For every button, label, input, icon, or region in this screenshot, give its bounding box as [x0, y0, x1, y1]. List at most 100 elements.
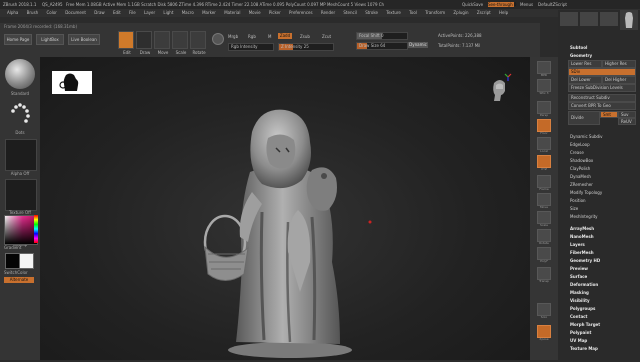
smt-toggle[interactable]: Smt — [600, 111, 618, 118]
simplebrush-thumb-icon[interactable] — [600, 12, 618, 26]
menu-preferences[interactable]: Preferences — [289, 10, 313, 15]
zsub-toggle[interactable]: Zsub — [300, 34, 310, 39]
panel-item-meshintegrity[interactable]: MeshIntegrity — [570, 214, 598, 219]
panel-item-morph-target[interactable]: Morph Target — [570, 322, 600, 327]
m-toggle[interactable]: M — [268, 34, 271, 39]
panel-item-claypolish[interactable]: ClayPolish — [570, 166, 590, 171]
reconstruct-subdiv-button[interactable]: Reconstruct Subdiv — [568, 94, 636, 102]
menu-material[interactable]: Material — [224, 10, 240, 15]
panel-item-masking[interactable]: Masking — [570, 290, 589, 295]
main-color-swatch[interactable] — [19, 253, 34, 269]
stroke-dots-icon[interactable] — [5, 99, 35, 129]
texture-thumbnail-icon[interactable] — [5, 179, 37, 211]
menu-stencil[interactable]: Stencil — [343, 10, 357, 15]
menu-layer[interactable]: Layer — [144, 10, 155, 15]
menus-toggle[interactable]: Menus — [520, 2, 533, 7]
rgb-toggle[interactable]: Rgb — [248, 34, 256, 39]
panel-item-arraymesh[interactable]: ArrayMesh — [570, 226, 594, 231]
color-picker[interactable] — [4, 215, 38, 245]
switch-color-label[interactable]: SwitchColor — [4, 270, 28, 275]
panel-item-polypaint[interactable]: Polypaint — [570, 330, 591, 335]
mrgb-toggle[interactable]: Mrgb — [228, 34, 238, 39]
scale-mode-button[interactable]: Scale — [172, 31, 188, 55]
figurine-thumb-icon[interactable] — [620, 10, 638, 30]
menu-alpha[interactable]: Alpha — [7, 10, 18, 15]
menu-macro[interactable]: Macro — [182, 10, 194, 15]
suv-toggle[interactable]: Suv — [618, 111, 636, 118]
higher-res-button[interactable]: Higher Res — [602, 60, 636, 68]
panel-item-polygroups[interactable]: Polygroups — [570, 306, 595, 311]
brush-thumbnail-icon[interactable] — [5, 59, 35, 89]
sdiv-slider[interactable]: SDiv — [568, 68, 636, 76]
live-boolean-button[interactable]: Live Boolean — [68, 34, 100, 45]
reuv-toggle[interactable]: ReUV — [618, 118, 636, 125]
panel-item-layers[interactable]: Layers — [570, 242, 585, 247]
del-lower-button[interactable]: Del Lower — [568, 76, 602, 84]
focal-shift-slider[interactable]: Focal Shift 0 — [356, 32, 408, 40]
see-through-slider[interactable]: See-through 0 — [488, 2, 516, 7]
document-canvas[interactable] — [40, 57, 530, 360]
freeze-subdiv-button[interactable]: Freeze SubDivision Levels — [568, 84, 636, 92]
subtool-header[interactable]: Subtool — [570, 45, 587, 50]
move-mode-button[interactable]: Move — [154, 31, 170, 55]
zadd-toggle[interactable]: Zadd — [278, 33, 292, 39]
panel-item-zremesher[interactable]: ZRemesher — [570, 182, 593, 187]
panel-item-nanomesh[interactable]: NanoMesh — [570, 234, 594, 239]
z-intensity-slider[interactable]: Z Intensity 25 — [278, 43, 334, 51]
panel-item-crease[interactable]: Crease — [570, 150, 584, 155]
menu-help[interactable]: Help — [499, 10, 508, 15]
rotate-mode-button[interactable]: Rotate — [190, 31, 206, 55]
del-higher-button[interactable]: Del Higher — [602, 76, 636, 84]
panel-item-visibility[interactable]: Visibility — [570, 298, 590, 303]
menu-movie[interactable]: Movie — [249, 10, 261, 15]
alternate-button[interactable]: Alternate — [4, 277, 34, 283]
panel-item-texture-map[interactable]: Texture Map — [570, 346, 598, 351]
polymesh-thumb-icon[interactable] — [560, 12, 578, 26]
panel-item-fibermesh[interactable]: FiberMesh — [570, 250, 594, 255]
menu-texture[interactable]: Texture — [386, 10, 401, 15]
edit-mode-button[interactable]: Edit — [118, 31, 134, 55]
panel-item-uv-map[interactable]: UV Map — [570, 338, 587, 343]
menu-zscript[interactable]: Zscript — [477, 10, 491, 15]
quicksave-button[interactable]: QuickSave — [462, 2, 483, 7]
menu-brush[interactable]: Brush — [27, 10, 39, 15]
menu-picker[interactable]: Picker — [269, 10, 281, 15]
rgb-intensity-slider[interactable]: Rgb Intensity — [228, 43, 274, 51]
panel-item-shadowbox[interactable]: ShadowBox — [570, 158, 593, 163]
menu-file[interactable]: File — [129, 10, 136, 15]
dynamic-toggle[interactable]: Dynamic — [408, 42, 428, 48]
panel-item-preview[interactable]: Preview — [570, 266, 588, 271]
lightbox-button[interactable]: LightBox — [36, 34, 64, 45]
geometry-header[interactable]: Geometry — [570, 53, 592, 58]
lower-res-button[interactable]: Lower Res — [568, 60, 602, 68]
menu-marker[interactable]: Marker — [202, 10, 216, 15]
witch-sculpt-model[interactable] — [190, 102, 390, 362]
secondary-color-swatch[interactable] — [5, 253, 20, 269]
menu-light[interactable]: Light — [163, 10, 173, 15]
panel-item-dynamesh[interactable]: DynaMesh — [570, 174, 591, 179]
panel-item-position[interactable]: Position — [570, 198, 586, 203]
menu-transform[interactable]: Transform — [425, 10, 445, 15]
panel-item-deformation[interactable]: Deformation — [570, 282, 598, 287]
divide-button[interactable]: Divide — [568, 111, 600, 125]
menu-stroke[interactable]: Stroke — [365, 10, 378, 15]
menu-draw[interactable]: Draw — [94, 10, 104, 15]
panel-item-geometry-hd[interactable]: Geometry HD — [570, 258, 600, 263]
draw-mode-button[interactable]: Draw — [136, 31, 152, 55]
head-gizmo-icon[interactable] — [488, 73, 512, 107]
material-sphere-icon[interactable] — [212, 33, 224, 45]
zcut-toggle[interactable]: Zcut — [322, 34, 331, 39]
draw-size-slider[interactable]: Draw Size 64 — [356, 42, 408, 50]
menu-tool[interactable]: Tool — [409, 10, 417, 15]
gradient-label[interactable]: Gradient — [4, 245, 21, 250]
menu-edit[interactable]: Edit — [113, 10, 121, 15]
menu-color[interactable]: Color — [46, 10, 56, 15]
navigation-thumbnail[interactable] — [52, 71, 92, 94]
menu-zplugin[interactable]: Zplugin — [453, 10, 468, 15]
cylinder-thumb-icon[interactable] — [580, 12, 598, 26]
panel-item-modify-topology[interactable]: Modify Topology — [570, 190, 602, 195]
menu-document[interactable]: Document — [65, 10, 86, 15]
hue-strip[interactable] — [34, 215, 38, 243]
menu-render[interactable]: Render — [321, 10, 335, 15]
panel-item-surface[interactable]: Surface — [570, 274, 587, 279]
